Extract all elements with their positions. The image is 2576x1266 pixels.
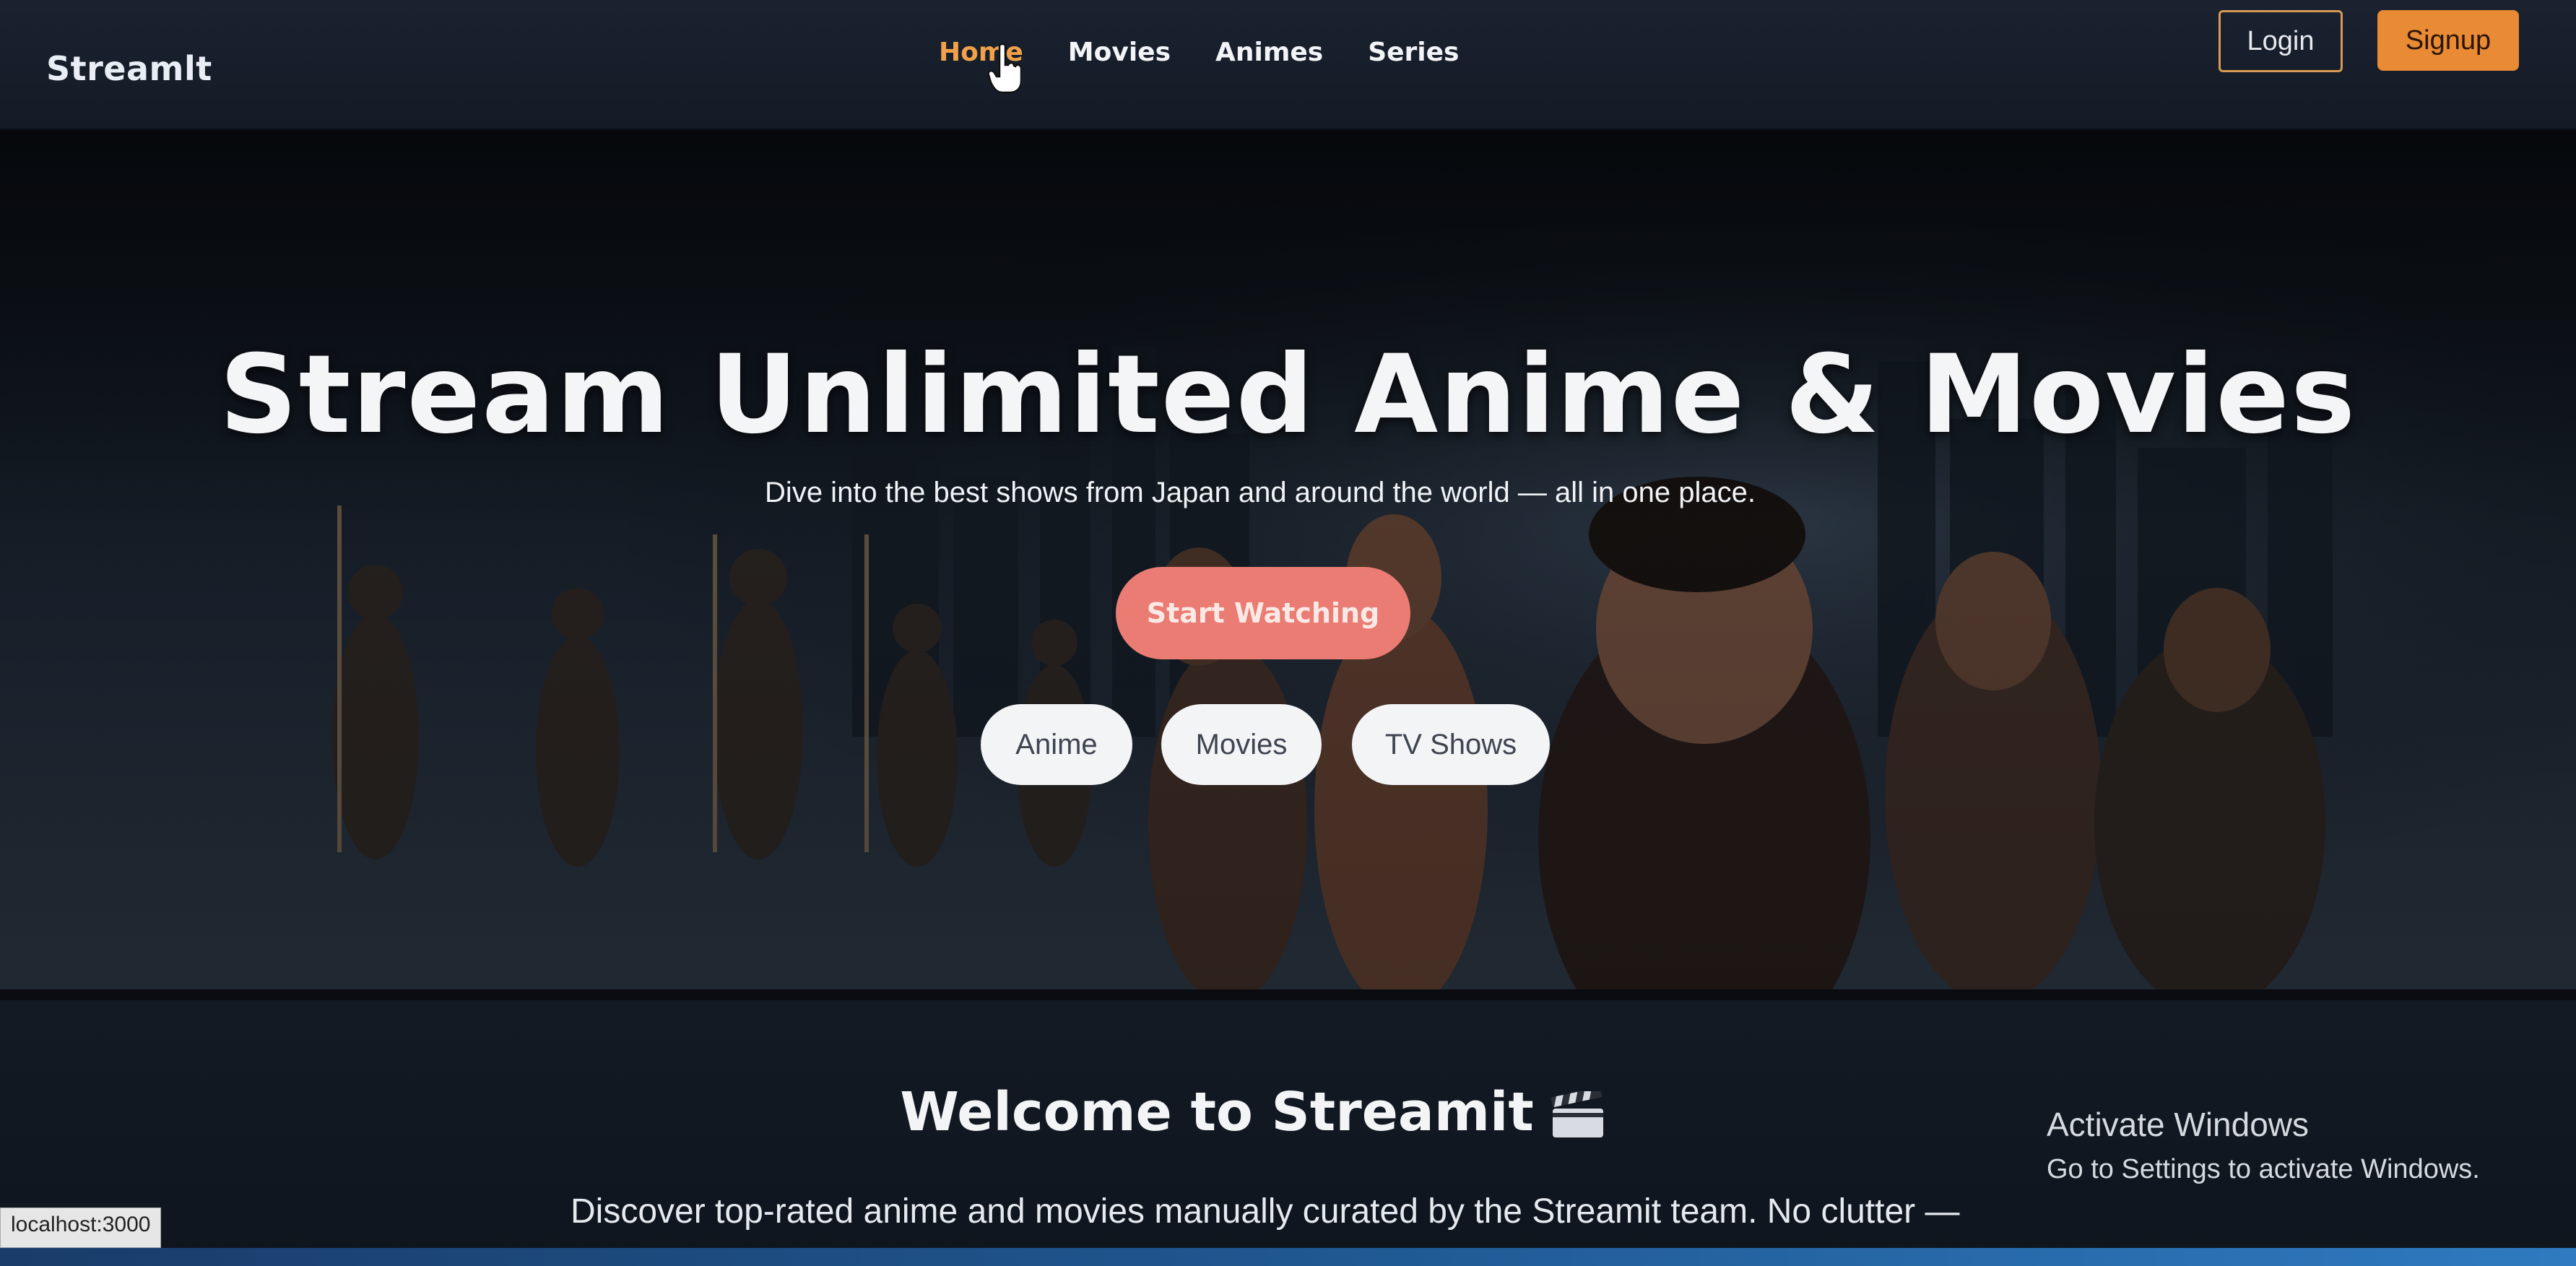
start-watching-button[interactable]: Start Watching <box>1116 567 1410 659</box>
clapperboard-icon <box>1550 1091 1603 1138</box>
signup-button[interactable]: Signup <box>2377 10 2519 71</box>
hero-title: Stream Unlimited Anime & Movies <box>219 332 2357 458</box>
main-nav: Home Movies Animes Series <box>939 38 1504 67</box>
status-bar-url: localhost:3000 <box>0 1208 162 1248</box>
welcome-description: Discover top-rated anime and movies manu… <box>571 1192 1960 1231</box>
top-navbar: Streamlt Home Movies Animes Series Login… <box>0 0 2576 130</box>
chip-tv-shows[interactable]: TV Shows <box>1352 704 1550 785</box>
hero-subtitle: Dive into the best shows from Japan and … <box>765 477 1756 508</box>
nav-link-series[interactable]: Series <box>1368 38 1459 67</box>
chip-movies[interactable]: Movies <box>1161 704 1322 785</box>
nav-link-movies[interactable]: Movies <box>1068 38 1171 67</box>
nav-link-animes[interactable]: Animes <box>1215 38 1323 67</box>
hero-overlay <box>0 130 2576 1000</box>
login-button[interactable]: Login <box>2219 10 2343 72</box>
brand-logo[interactable]: Streamlt <box>46 49 212 88</box>
activate-windows-watermark: Activate Windows Go to Settings to activ… <box>2047 1105 2480 1185</box>
welcome-title-text: Welcome to Streamit <box>900 1081 1534 1143</box>
chip-anime[interactable]: Anime <box>981 704 1132 785</box>
activate-windows-subtitle: Go to Settings to activate Windows. <box>2047 1154 2480 1184</box>
activate-windows-title: Activate Windows <box>2047 1106 2310 1143</box>
taskbar-edge <box>0 1248 2576 1266</box>
hero-section: Stream Unlimited Anime & Movies Dive int… <box>0 130 2576 1000</box>
streamit-page: Streamlt Home Movies Animes Series Login… <box>0 0 2576 1266</box>
hand-pointer-icon <box>988 43 1021 94</box>
